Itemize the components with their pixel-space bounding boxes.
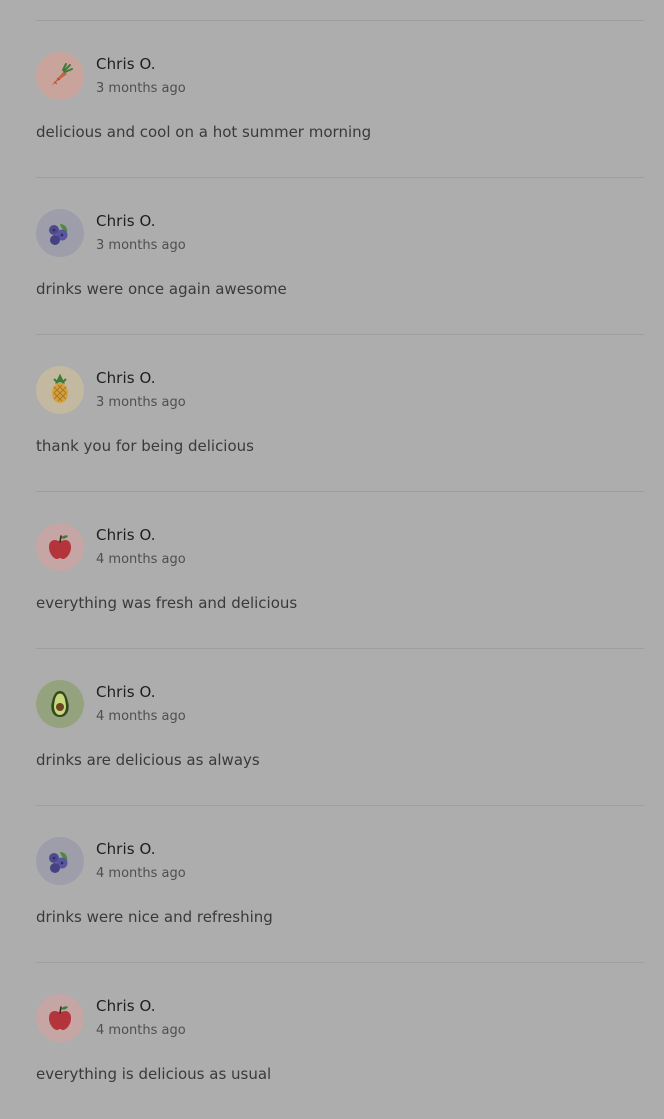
review-comment: drinks were once again awesome [36,280,287,298]
apple-icon [49,535,71,559]
review-time: 4 months ago [96,866,186,881]
review-author: Chris O. [96,212,156,230]
avatar [36,994,84,1042]
review-time: 4 months ago [96,709,186,724]
review-item: Chris O. 4 months ago drinks are delicio… [36,648,644,806]
review-comment: everything is delicious as usual [36,1065,272,1083]
review-comment: delicious and cool on a hot summer morni… [36,123,372,141]
review-comment: everything was fresh and delicious [36,594,298,612]
review-item: Chris O. 4 months ago drinks were nice a… [36,805,644,963]
carrot-icon [51,63,73,86]
review-item: Chris O. 3 months ago thank you for bein… [36,334,644,492]
review-comment: drinks were nice and refreshing [36,908,273,926]
avatar [36,680,84,728]
avatar [36,523,84,571]
pineapple-icon [52,373,68,403]
apple-icon [49,1006,71,1030]
review-comment: thank you for being delicious [36,437,254,455]
review-time: 3 months ago [96,395,186,410]
avatar [36,837,84,885]
review-author: Chris O. [96,55,156,73]
review-item: Chris O. 3 months ago delicious and cool… [36,20,644,178]
blueberry-icon [49,852,68,873]
review-comment: drinks are delicious as always [36,751,260,769]
review-item: Chris O. 3 months ago drinks were once a… [36,177,644,335]
review-time: 3 months ago [96,81,186,96]
review-time: 4 months ago [96,1023,186,1038]
blueberry-icon [49,224,68,245]
avocado-icon [51,691,69,717]
review-author: Chris O. [96,997,156,1015]
review-author: Chris O. [96,526,156,544]
review-item: Chris O. 4 months ago everything is deli… [36,962,644,1119]
avatar [36,366,84,414]
avatar [36,52,84,100]
review-author: Chris O. [96,683,156,701]
review-time: 4 months ago [96,552,186,567]
review-item: Chris O. 4 months ago everything was fre… [36,491,644,649]
review-author: Chris O. [96,840,156,858]
review-time: 3 months ago [96,238,186,253]
review-author: Chris O. [96,369,156,387]
avatar [36,209,84,257]
